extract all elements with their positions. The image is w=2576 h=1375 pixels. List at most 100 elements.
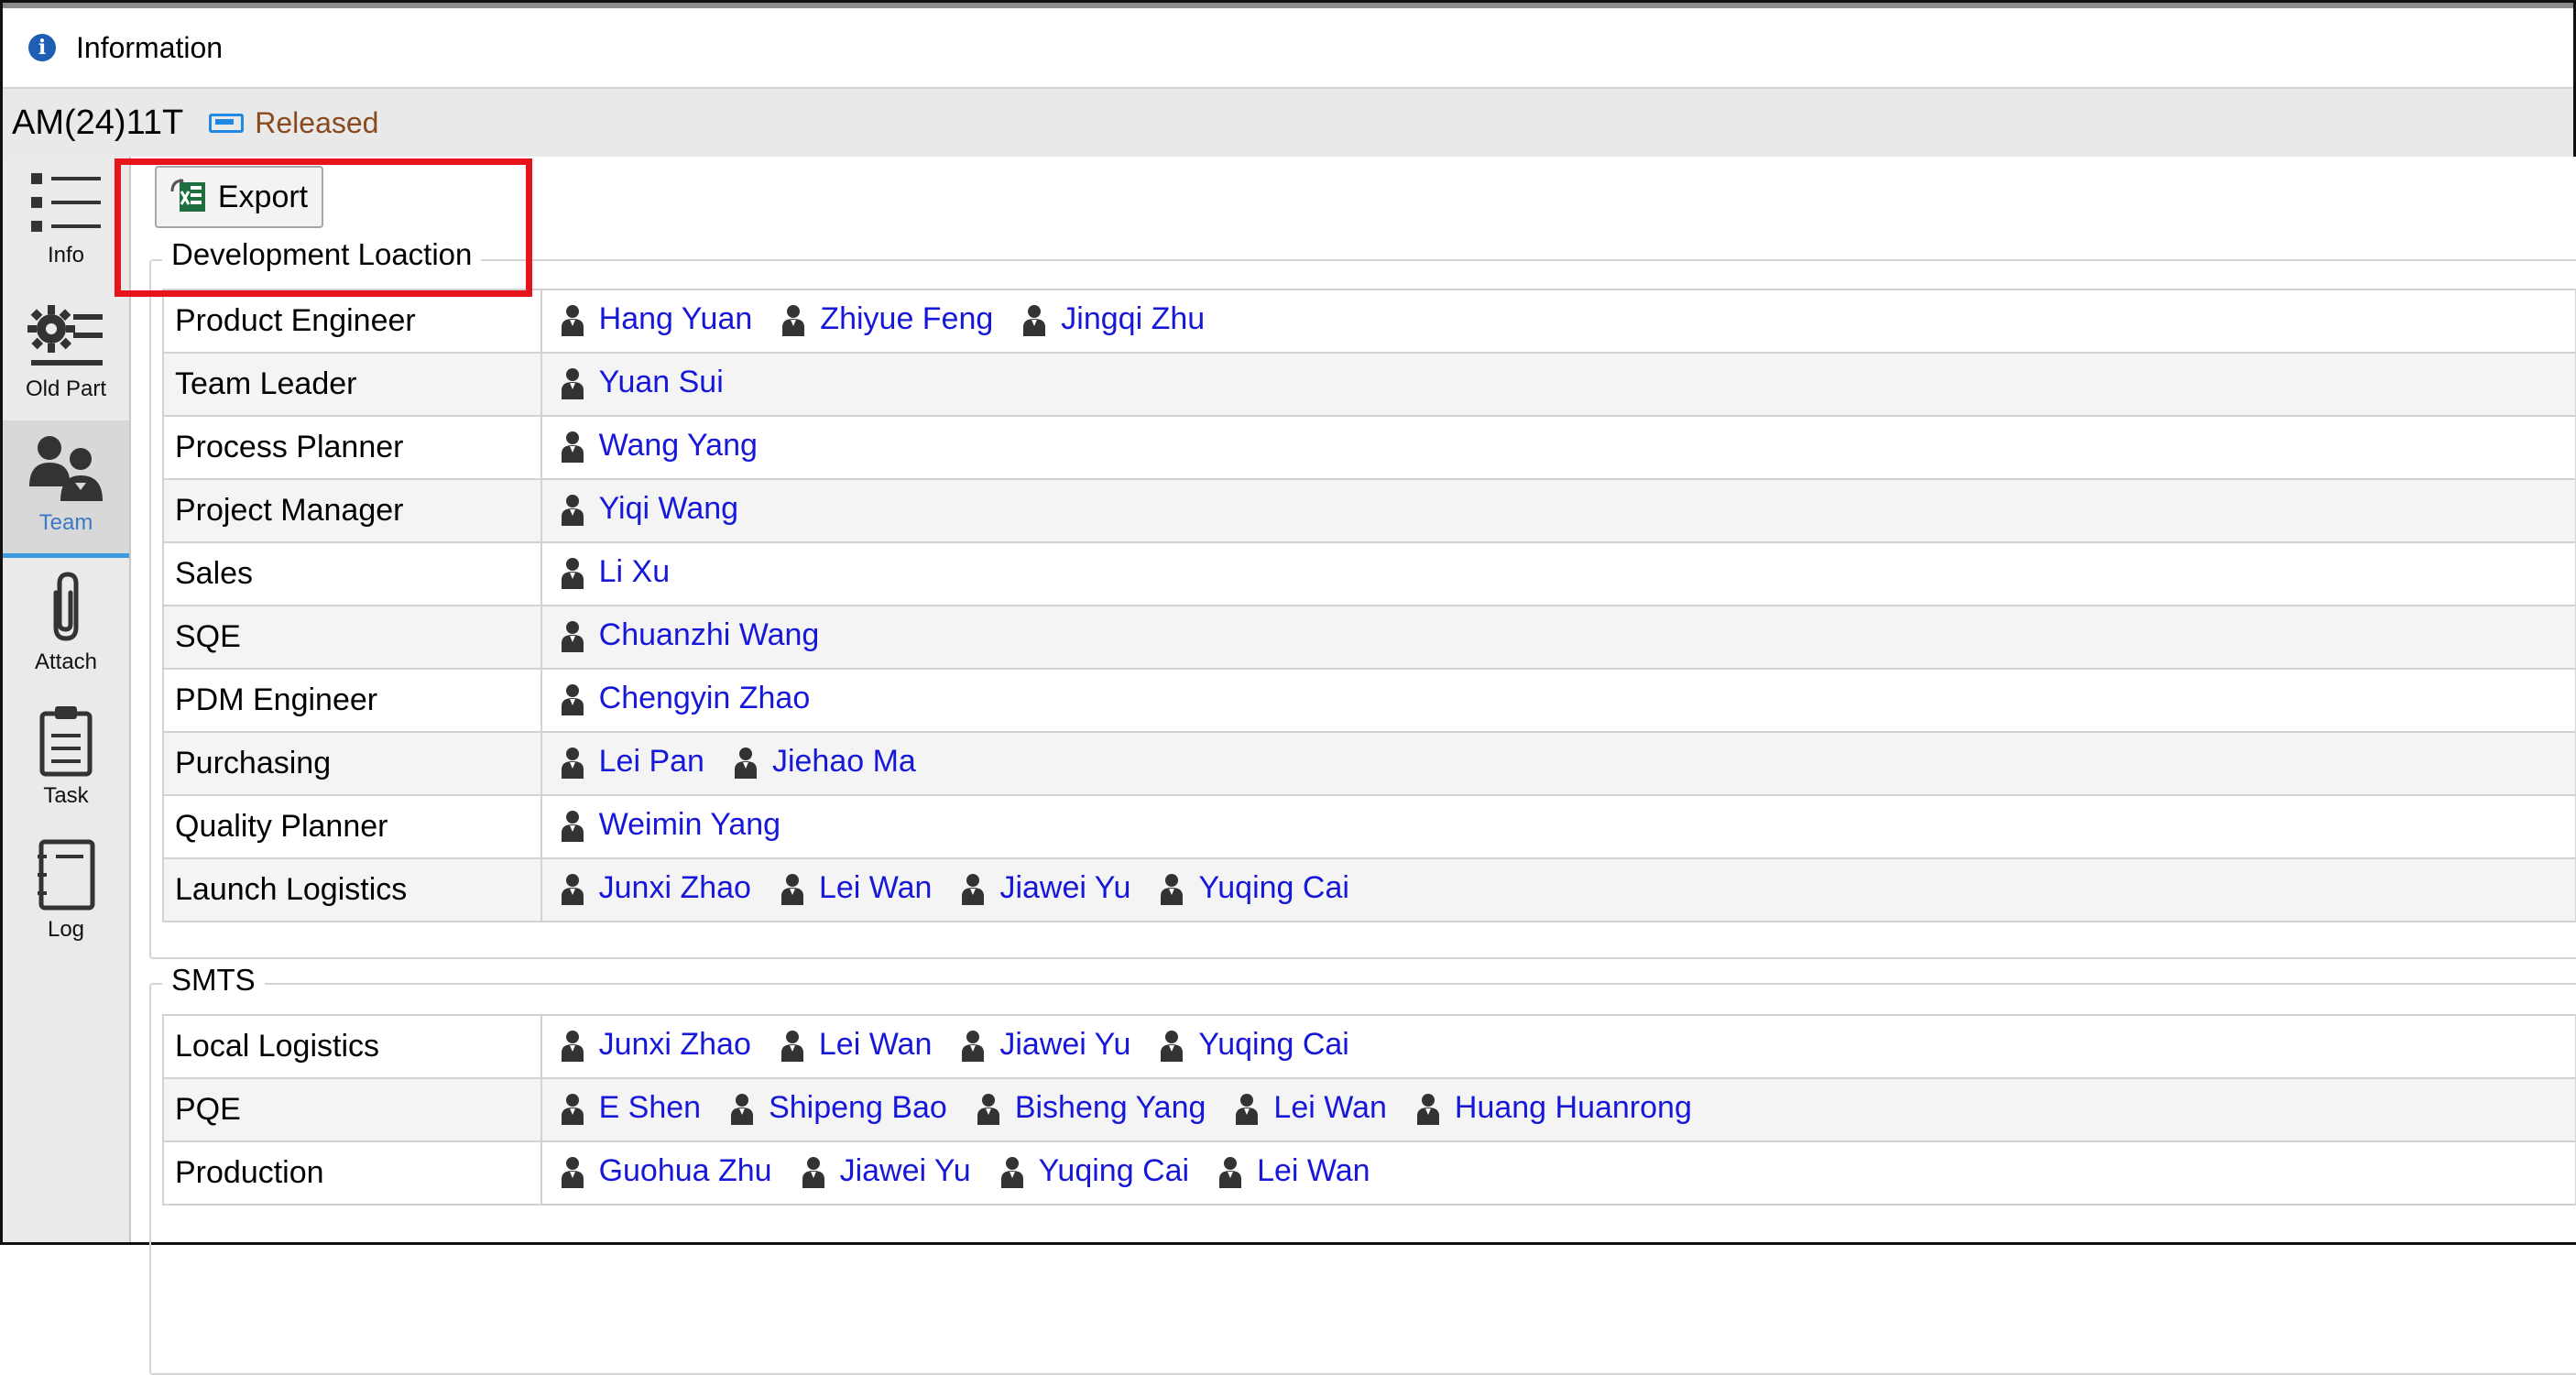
paperclip-icon (53, 572, 79, 641)
clipboard-icon (39, 706, 93, 777)
role-label: Process Planner (162, 415, 542, 480)
person-icon (781, 303, 805, 336)
member-name[interactable]: Zhiyue Feng (820, 301, 993, 337)
members-cell: Li Xu (540, 541, 2576, 606)
member-name[interactable]: Wang Yang (599, 428, 758, 464)
member-link[interactable]: Lei Wan (780, 870, 932, 906)
sidebar-item-info[interactable]: Info (3, 168, 129, 296)
member-name[interactable]: Junxi Zhao (599, 870, 751, 906)
member-link[interactable]: Lei Pan (561, 744, 704, 780)
member-name[interactable]: Bisheng Yang (1015, 1090, 1206, 1126)
member-name[interactable]: Lei Wan (819, 870, 932, 906)
member-link[interactable]: Li Xu (561, 554, 671, 590)
member-name[interactable]: Shipeng Bao (769, 1090, 947, 1126)
member-name[interactable]: Hang Yuan (599, 301, 753, 337)
person-icon (561, 366, 584, 399)
member-name[interactable]: Jiawei Yu (840, 1153, 971, 1189)
person-icon (561, 1155, 584, 1188)
member-link[interactable]: Jiawei Yu (961, 870, 1130, 906)
member-link[interactable]: Yuqing Cai (1160, 870, 1349, 906)
member-name[interactable]: Li Xu (599, 554, 671, 590)
member-name[interactable]: Yuan Sui (599, 365, 724, 400)
member-name[interactable]: Lei Wan (819, 1027, 932, 1063)
sidebar-item-attach[interactable]: Attach (3, 571, 129, 690)
member-name[interactable]: Guohua Zhu (599, 1153, 772, 1189)
table-row: SQE Chuanzhi Wang (162, 605, 2576, 670)
person-icon (561, 303, 584, 336)
table-row: Quality Planner Weimin Yang (162, 794, 2576, 859)
person-icon (961, 1029, 985, 1062)
member-name[interactable]: E Shen (599, 1090, 702, 1126)
person-icon (561, 746, 584, 779)
member-name[interactable]: Chuanzhi Wang (599, 617, 820, 653)
member-link[interactable]: Hang Yuan (561, 301, 753, 337)
member-link[interactable]: Chuanzhi Wang (561, 617, 820, 653)
member-name[interactable]: Yuqing Cai (1039, 1153, 1189, 1189)
member-link[interactable]: Junxi Zhao (561, 870, 751, 906)
member-link[interactable]: Yuqing Cai (1000, 1153, 1189, 1189)
role-label: Production (162, 1140, 542, 1206)
member-link[interactable]: Lei Wan (1235, 1090, 1387, 1126)
member-name[interactable]: Jiawei Yu (999, 1027, 1130, 1063)
member-link[interactable]: Lei Wan (780, 1027, 932, 1063)
sidebar-item-task[interactable]: Task (3, 704, 129, 824)
window-title: Information (76, 30, 224, 64)
member-name[interactable]: Lei Wan (1273, 1090, 1386, 1126)
member-name[interactable]: Jingqi Zhu (1061, 301, 1205, 337)
person-icon (1416, 1092, 1440, 1125)
member-name[interactable]: Yuqing Cai (1198, 1027, 1348, 1063)
member-name[interactable]: Lei Wan (1257, 1153, 1370, 1189)
person-icon (961, 872, 985, 905)
member-name[interactable]: Lei Pan (599, 744, 704, 780)
sidebar-item-team[interactable]: Team (3, 420, 129, 553)
member-name[interactable]: Chengyin Zhao (599, 681, 811, 716)
member-link[interactable]: Weimin Yang (561, 807, 780, 843)
member-link[interactable]: Bisheng Yang (977, 1090, 1206, 1126)
table-row: Team Leader Yuan Sui (162, 352, 2576, 417)
member-link[interactable]: Jiawei Yu (961, 1027, 1130, 1063)
notebook-icon (38, 839, 95, 911)
member-link[interactable]: Junxi Zhao (561, 1027, 751, 1063)
person-icon (561, 872, 584, 905)
table-row: Product Engineer Hang Yuan Zhiyue Feng Jing… (162, 289, 2576, 354)
member-link[interactable]: Wang Yang (561, 428, 758, 464)
role-label: Product Engineer (162, 289, 542, 354)
member-name[interactable]: Huang Huanrong (1455, 1090, 1692, 1126)
table-row: PQE E Shen Shipeng Bao Bisheng Yang Lei Wan H… (162, 1077, 2576, 1142)
member-link[interactable]: Zhiyue Feng (781, 301, 993, 337)
member-link[interactable]: Yuan Sui (561, 365, 724, 400)
member-link[interactable]: Jiehao Ma (734, 744, 916, 780)
table-row: Process Planner Wang Yang (162, 415, 2576, 480)
member-link[interactable]: Guohua Zhu (561, 1153, 772, 1189)
member-name[interactable]: Junxi Zhao (599, 1027, 751, 1063)
member-link[interactable]: Lei Wan (1218, 1153, 1370, 1189)
member-link[interactable]: Yuqing Cai (1160, 1027, 1349, 1063)
status-icon (209, 113, 245, 133)
active-tab-indicator (3, 553, 129, 558)
member-name[interactable]: Jiawei Yu (999, 870, 1130, 906)
person-icon (1022, 303, 1046, 336)
member-link[interactable]: E Shen (561, 1090, 702, 1126)
member-link[interactable]: Jiawei Yu (802, 1153, 971, 1189)
member-link[interactable]: Yiqi Wang (561, 491, 738, 527)
member-name[interactable]: Yuqing Cai (1198, 870, 1348, 906)
member-link[interactable]: Huang Huanrong (1416, 1090, 1692, 1126)
status-badge: Released (255, 105, 379, 139)
members-cell: Weimin Yang (540, 794, 2576, 859)
sidebar-label-info: Info (47, 243, 85, 267)
member-link[interactable]: Chengyin Zhao (561, 681, 811, 716)
member-link[interactable]: Shipeng Bao (730, 1090, 947, 1126)
gear-list-icon (27, 305, 103, 366)
member-name[interactable]: Jiehao Ma (772, 744, 916, 780)
member-name[interactable]: Yiqi Wang (599, 491, 738, 527)
members-cell: Yuan Sui (540, 352, 2576, 417)
members-cell: Guohua Zhu Jiawei Yu Yuqing Cai Lei Wan (540, 1140, 2576, 1206)
member-link[interactable]: Jingqi Zhu (1022, 301, 1205, 337)
table-row: Sales Li Xu (162, 541, 2576, 606)
sidebar-item-log[interactable]: Log (3, 838, 129, 957)
members-cell: Junxi Zhao Lei Wan Jiawei Yu Yuqing Cai (540, 1014, 2576, 1079)
members-cell: E Shen Shipeng Bao Bisheng Yang Lei Wan Huan… (540, 1077, 2576, 1142)
sidebar-item-old-part[interactable]: Old Part (3, 301, 129, 420)
member-name[interactable]: Weimin Yang (599, 807, 780, 843)
person-icon (561, 682, 584, 715)
